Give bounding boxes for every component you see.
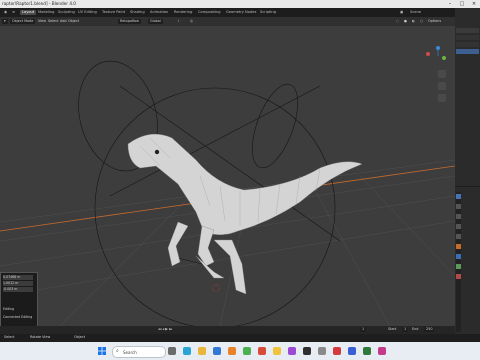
app-icon-darkgreen[interactable] xyxy=(363,347,371,355)
options-label[interactable]: Options xyxy=(428,19,441,24)
windows-logo-icon xyxy=(98,347,106,355)
app-icon-purple[interactable] xyxy=(288,347,296,355)
close-icon[interactable]: × xyxy=(468,0,480,8)
operator-row-2[interactable]: 1.0012 m xyxy=(3,281,33,286)
outliner-properties-panel xyxy=(455,8,480,334)
panel-divider xyxy=(455,186,480,187)
tab-geometry-nodes[interactable]: Geometry Nodes xyxy=(224,10,258,15)
render-tab-icon[interactable] xyxy=(456,204,461,209)
store-icon[interactable] xyxy=(213,347,221,355)
end-label: End xyxy=(412,327,419,331)
window-title: raptor\Raptor1.blend] - Blender 4.0 xyxy=(2,1,76,6)
viewport-shading-material-icon[interactable]: ◐ xyxy=(412,19,415,24)
scene-tab-icon[interactable] xyxy=(456,234,461,239)
menu-file[interactable]: ≡ xyxy=(10,10,17,15)
outliner-row-camera[interactable] xyxy=(456,42,479,47)
search-icon: ⌕ xyxy=(116,348,119,354)
status-bar: Select Rotate View Object xyxy=(0,334,480,342)
app-icon-pink[interactable] xyxy=(378,347,386,355)
app-icon-red[interactable] xyxy=(258,347,266,355)
window-titlebar: raptor\Raptor1.blend] - Blender 4.0 – □ … xyxy=(0,0,480,8)
tab-scripting[interactable]: Scripting xyxy=(258,10,278,15)
tab-compositing[interactable]: Compositing xyxy=(196,10,223,15)
menu-select[interactable]: Select xyxy=(48,19,58,24)
taskbar-search-input[interactable]: ⌕ Search xyxy=(112,346,166,358)
outliner-row-scene-collection[interactable] xyxy=(456,28,479,33)
end-frame-field[interactable]: 250 xyxy=(424,327,435,332)
proportional-edit-icon[interactable]: ◎ xyxy=(190,19,193,24)
outliner-row-collection[interactable] xyxy=(456,35,479,40)
status-rotate-hint: Rotate View xyxy=(30,335,51,339)
raptor-eye xyxy=(154,149,160,155)
last-operator-panel[interactable]: 0.07468 m 1.0012 m -0.003 m Editing Conn… xyxy=(0,272,38,328)
operator-row-1[interactable]: 0.07468 m xyxy=(3,275,33,280)
properties-tabs xyxy=(456,192,461,332)
material-tab-icon[interactable] xyxy=(456,274,461,279)
app-icon-dark[interactable] xyxy=(303,347,311,355)
editor-type-button[interactable]: ▾ xyxy=(2,19,8,24)
view-layer-tab-icon[interactable] xyxy=(456,224,461,229)
viewport-shading-render-icon[interactable]: ○ xyxy=(420,19,423,24)
status-object-hint: Object xyxy=(74,335,86,339)
tab-uv-editing[interactable]: UV Editing xyxy=(76,10,99,15)
viewport-shading-wire-icon[interactable]: ◌ xyxy=(396,19,399,24)
workspace-bar: ◉ ≡ Layout Modeling Sculpting UV Editing… xyxy=(0,8,480,17)
blender-logo-icon[interactable]: ◉ xyxy=(2,10,9,15)
3d-viewport[interactable] xyxy=(0,26,455,326)
editing-option[interactable]: Editing xyxy=(3,307,14,312)
modifier-tab-icon[interactable] xyxy=(456,254,461,259)
menu-view[interactable]: View xyxy=(38,19,46,24)
tool-tab-icon[interactable] xyxy=(456,194,461,199)
operator-row-3[interactable]: -0.003 m xyxy=(3,287,33,292)
current-frame-field[interactable]: 1 xyxy=(360,327,367,332)
raptor-mesh xyxy=(127,133,363,295)
adobe-icon[interactable] xyxy=(333,347,341,355)
minimize-icon[interactable]: – xyxy=(444,0,456,8)
start-label: Start xyxy=(388,327,397,331)
viewport-header: ▾ Object Mode View Select Add Object Glo… xyxy=(0,17,455,26)
file-explorer-icon[interactable] xyxy=(198,347,206,355)
blender-taskbar-icon[interactable] xyxy=(228,347,236,355)
task-view-icon[interactable] xyxy=(168,347,176,355)
tab-animation[interactable]: Animation xyxy=(148,10,170,15)
pivot-select[interactable]: Retopoflow xyxy=(118,19,141,24)
viewport-canvas xyxy=(0,46,455,326)
3d-cursor-icon xyxy=(212,284,220,292)
maximize-icon[interactable]: □ xyxy=(456,0,468,8)
viewport-shading-solid-icon[interactable]: ● xyxy=(404,19,407,24)
menu-object[interactable]: Object xyxy=(68,19,79,24)
app-icon-green[interactable] xyxy=(243,347,251,355)
viewport-tool-icons xyxy=(438,70,446,102)
snap-icon[interactable]: ⟟ xyxy=(178,19,179,24)
tab-sculpting[interactable]: Sculpting xyxy=(56,10,77,15)
app-icon-gray[interactable] xyxy=(318,347,326,355)
scene-name[interactable]: Scene xyxy=(408,10,423,15)
status-select-hint: Select xyxy=(4,335,15,339)
start-button[interactable] xyxy=(98,347,106,355)
tab-texture-paint[interactable]: Texture Paint xyxy=(100,10,127,15)
output-tab-icon[interactable] xyxy=(456,214,461,219)
taskbar xyxy=(0,342,480,360)
object-tab-icon[interactable] xyxy=(456,244,461,249)
app-icon-yellow[interactable] xyxy=(273,347,281,355)
navigation-gizmo xyxy=(426,46,446,60)
menu-add[interactable]: Add xyxy=(60,19,67,24)
scene-icon[interactable]: ▣ xyxy=(398,10,405,15)
mode-select[interactable]: Object Mode xyxy=(10,19,36,24)
tab-rendering[interactable]: Rendering xyxy=(172,10,194,15)
transform-orientation-select[interactable]: Global xyxy=(148,19,163,24)
search-placeholder: Search xyxy=(123,349,137,355)
outliner-row-raptor[interactable] xyxy=(456,49,479,54)
tab-shading[interactable]: Shading xyxy=(128,10,147,15)
edge-icon[interactable] xyxy=(183,347,191,355)
connected-editing-option[interactable]: Connected Editing xyxy=(3,315,32,320)
start-frame-field[interactable]: 1 xyxy=(402,327,409,332)
data-tab-icon[interactable] xyxy=(456,264,461,269)
app-icon-blue[interactable] xyxy=(348,347,356,355)
playback-controls-icon[interactable]: ◂◂ ◂ ▶ ▸▸ xyxy=(158,327,172,332)
tab-layout[interactable]: Layout xyxy=(20,10,37,15)
tab-modeling[interactable]: Modeling xyxy=(36,10,56,15)
